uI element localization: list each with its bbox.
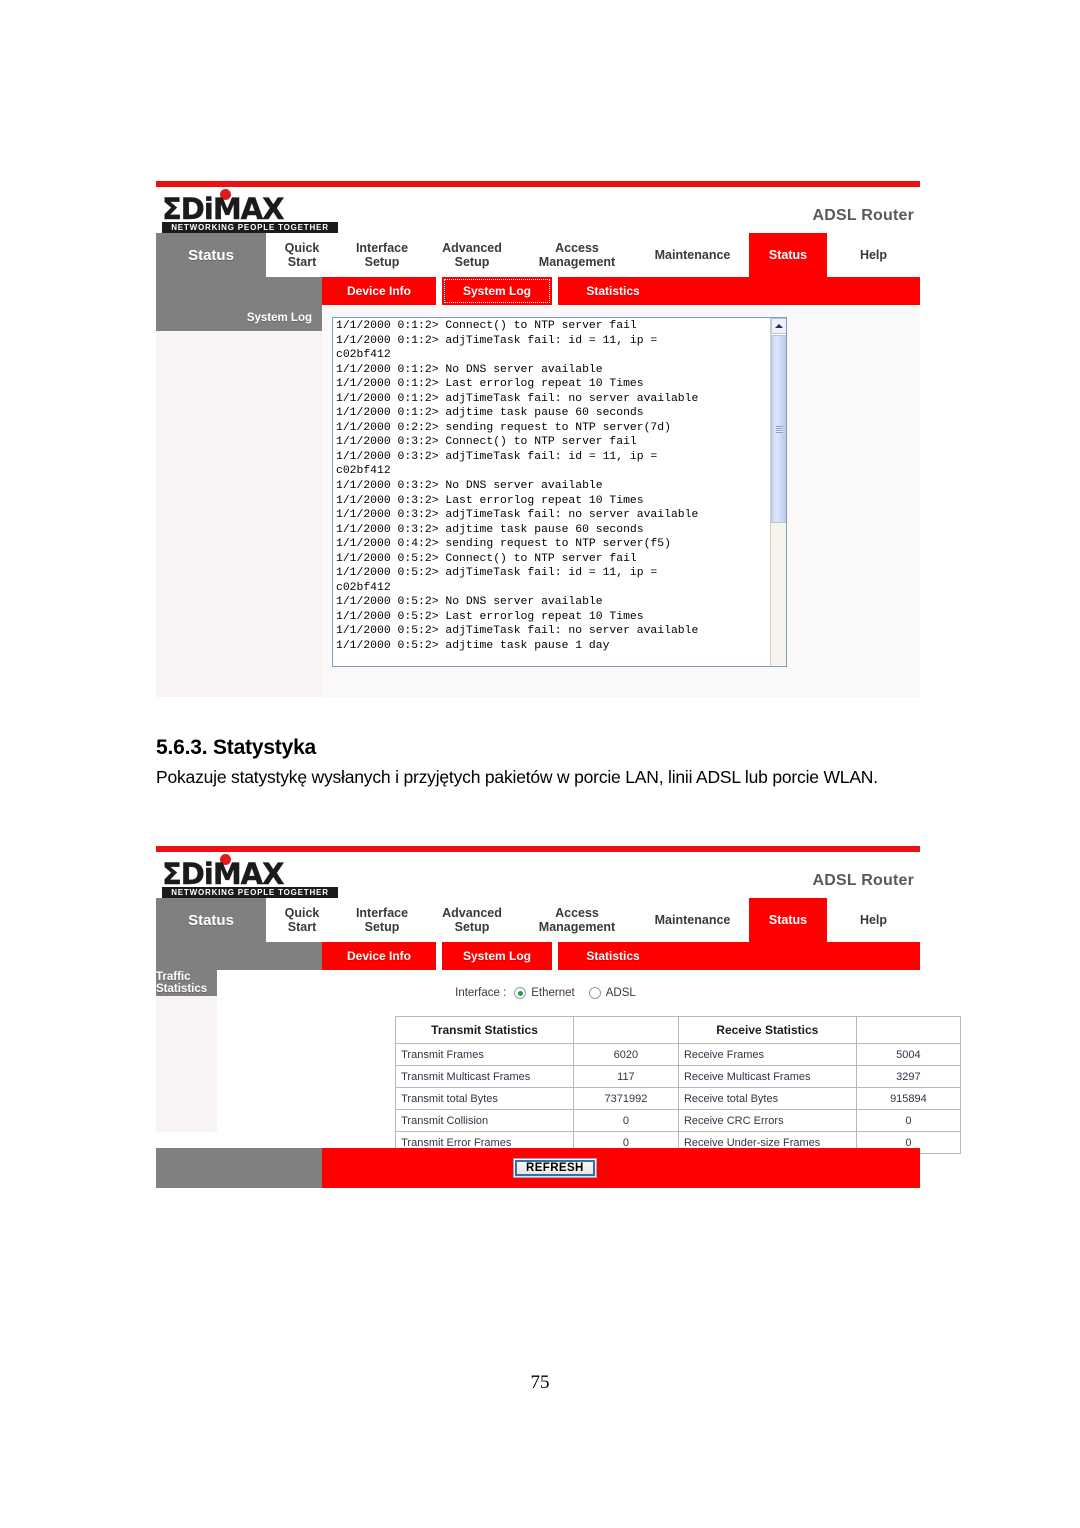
radio-ethernet-label: Ethernet (531, 987, 575, 999)
nav-tab-maintenance[interactable]: Maintenance (636, 898, 749, 942)
system-log-textarea[interactable]: 1/1/2000 0:1:2> Connect() to NTP server … (332, 317, 787, 667)
action-bar-main: REFRESH (322, 1148, 920, 1188)
product-name: ADSL Router (812, 207, 914, 224)
nav-tab-advanced-setup[interactable]: Advanced Setup (426, 233, 518, 277)
table-row: Transmit total Bytes 7371992 Receive total… (395, 1087, 962, 1110)
radio-adsl-label: ADSL (605, 987, 636, 999)
subtab-device-info[interactable]: Device Info (322, 277, 436, 305)
panel-body-statistics: Traffic Statistics Interface : Ethernet … (156, 970, 962, 1154)
nav-tab-maintenance[interactable]: Maintenance (636, 233, 749, 277)
cell-transmit-value: 7371992 (572, 1087, 679, 1110)
log-scrollbar[interactable] (770, 318, 786, 666)
nav-tab-interface-setup[interactable]: Interface Setup (338, 233, 426, 277)
table-row: Transmit Frames 6020 Receive Frames 5004 (395, 1043, 962, 1066)
action-bar: REFRESH (156, 1148, 920, 1188)
panel-sidebar: System Log (156, 305, 322, 697)
cell-transmit-label: Transmit Frames (395, 1043, 574, 1066)
system-log-text: 1/1/2000 0:1:2> Connect() to NTP server … (336, 320, 699, 653)
nav-tab-access-management[interactable]: Access Management (518, 233, 636, 277)
table-row: Transmit Collision 0 Receive CRC Errors 0 (395, 1109, 962, 1132)
cell-receive-label: Receive Multicast Frames (677, 1065, 857, 1088)
main-nav-row: Status Quick Start Interface Setup Advance… (156, 898, 920, 942)
logo-bar: ΣDiMAX NETWORKING PEOPLE TOGETHER ADSL R… (156, 852, 920, 898)
subtab-statistics[interactable]: Statistics (558, 277, 668, 305)
cell-receive-label: Receive Frames (677, 1043, 857, 1066)
cell-receive-value: 915894 (855, 1087, 962, 1110)
logo-wordmark: ΣDiMAX (162, 857, 285, 891)
interface-selector-row: Interface : Ethernet ADSL (217, 970, 961, 1016)
cell-receive-value: 3297 (855, 1065, 962, 1088)
doc-text-block: 5.6.3. Statystyka Pokazuje statystykę wy… (156, 736, 946, 789)
scroll-up-arrow-icon[interactable] (771, 318, 786, 334)
nav-tab-access-management[interactable]: Access Management (518, 898, 636, 942)
sub-nav-tabs: Device Info System Log Statistics (322, 277, 920, 305)
sub-nav-tabs: Device Info System Log Statistics (322, 942, 920, 970)
interface-label: Interface : (455, 987, 507, 999)
nav-tab-help[interactable]: Help (827, 898, 920, 942)
router-ui-system-log: ΣDiMAX NETWORKING PEOPLE TOGETHER ADSL R… (156, 181, 920, 697)
cell-transmit-value: 117 (572, 1065, 679, 1088)
main-nav-row: Status Quick Start Interface Setup Advance… (156, 233, 920, 277)
section-label-system-log: System Log (156, 305, 322, 331)
panel-main-system-log: 1/1/2000 0:1:2> Connect() to NTP server … (322, 305, 920, 697)
cell-receive-label: Receive total Bytes (677, 1087, 857, 1110)
traffic-statistics-table: Transmit Statistics Receive Statistics T… (395, 1016, 962, 1154)
logo-bar: ΣDiMAX NETWORKING PEOPLE TOGETHER ADSL R… (156, 187, 920, 233)
subtab-device-info[interactable]: Device Info (322, 942, 436, 970)
product-name: ADSL Router (812, 872, 914, 889)
main-nav-tabs: Quick Start Interface Setup Advanced Setup … (266, 233, 920, 277)
document-page: ΣDiMAX NETWORKING PEOPLE TOGETHER ADSL R… (0, 0, 1080, 1528)
cell-transmit-value: 0 (572, 1109, 679, 1132)
cell-transmit-label: Transmit Multicast Frames (395, 1065, 574, 1088)
logo-tagline: NETWORKING PEOPLE TOGETHER (162, 222, 338, 233)
nav-tab-interface-setup[interactable]: Interface Setup (338, 898, 426, 942)
radio-ethernet[interactable] (514, 987, 527, 999)
page-number: 75 (530, 1372, 550, 1393)
main-nav-tabs: Quick Start Interface Setup Advanced Setup … (266, 898, 920, 942)
sub-nav-row: Device Info System Log Statistics (156, 277, 920, 305)
router-ui-statistics: ΣDiMAX NETWORKING PEOPLE TOGETHER ADSL R… (156, 846, 962, 1188)
section-heading: 5.6.3. Statystyka (156, 736, 317, 759)
cell-transmit-value: 6020 (572, 1043, 679, 1066)
table-header-row: Transmit Statistics Receive Statistics (395, 1016, 962, 1044)
scrollbar-track[interactable] (771, 523, 786, 666)
sub-nav-side-filler (156, 277, 322, 305)
cell-transmit-label: Transmit Collision (395, 1109, 574, 1132)
section-label-traffic-statistics: Traffic Statistics (156, 970, 218, 996)
cell-receive-label: Receive CRC Errors (677, 1109, 857, 1132)
subtab-system-log[interactable]: System Log (442, 942, 552, 970)
sub-nav-row: Device Info System Log Statistics (156, 942, 920, 970)
nav-tab-help[interactable]: Help (827, 233, 920, 277)
edimax-logo: ΣDiMAX NETWORKING PEOPLE TOGETHER (162, 189, 342, 233)
header-transmit-value (572, 1016, 679, 1044)
header-receive-statistics: Receive Statistics (677, 1016, 857, 1044)
panel-body-system-log: System Log 1/1/2000 0:1:2> Connect() to … (156, 305, 920, 697)
refresh-button[interactable]: REFRESH (513, 1158, 597, 1178)
table-row: Transmit Multicast Frames 117 Receive Mult… (395, 1065, 962, 1088)
nav-tab-status[interactable]: Status (749, 898, 827, 942)
nav-tab-quick-start[interactable]: Quick Start (266, 233, 338, 277)
sub-nav-side-filler (156, 942, 322, 970)
logo-tagline: NETWORKING PEOPLE TOGETHER (162, 887, 338, 898)
header-receive-value (855, 1016, 962, 1044)
nav-tab-quick-start[interactable]: Quick Start (266, 898, 338, 942)
panel-main-statistics: Interface : Ethernet ADSL Transmit Stati… (217, 970, 962, 1154)
cell-receive-value: 5004 (855, 1043, 962, 1066)
radio-adsl[interactable] (588, 987, 601, 999)
subtab-statistics[interactable]: Statistics (558, 942, 668, 970)
panel-sidebar: Traffic Statistics (156, 970, 218, 1132)
action-bar-sidebar (156, 1148, 322, 1188)
scrollbar-thumb[interactable] (771, 335, 786, 523)
nav-side-label: Status (156, 898, 266, 942)
cell-receive-value: 0 (855, 1109, 962, 1132)
logo-wordmark: ΣDiMAX (162, 192, 285, 226)
section-paragraph: Pokazuje statystykę wysłanych i przyjęty… (156, 767, 878, 787)
nav-tab-advanced-setup[interactable]: Advanced Setup (426, 898, 518, 942)
subtab-system-log[interactable]: System Log (442, 277, 552, 305)
nav-tab-status[interactable]: Status (749, 233, 827, 277)
cell-transmit-label: Transmit total Bytes (395, 1087, 574, 1110)
edimax-logo: ΣDiMAX NETWORKING PEOPLE TOGETHER (162, 854, 342, 898)
nav-side-label: Status (156, 233, 266, 277)
header-transmit-statistics: Transmit Statistics (395, 1016, 574, 1044)
